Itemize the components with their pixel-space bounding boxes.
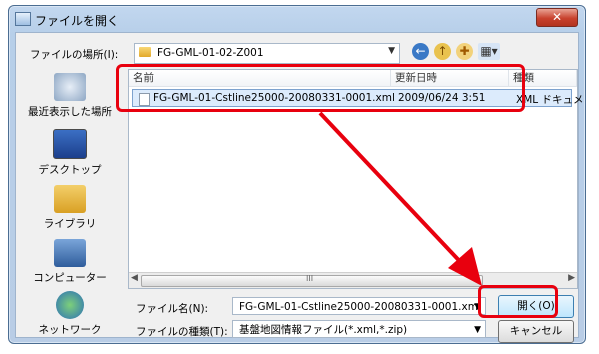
annotation-arrow [318, 111, 482, 286]
arrow-shaft [318, 111, 470, 272]
